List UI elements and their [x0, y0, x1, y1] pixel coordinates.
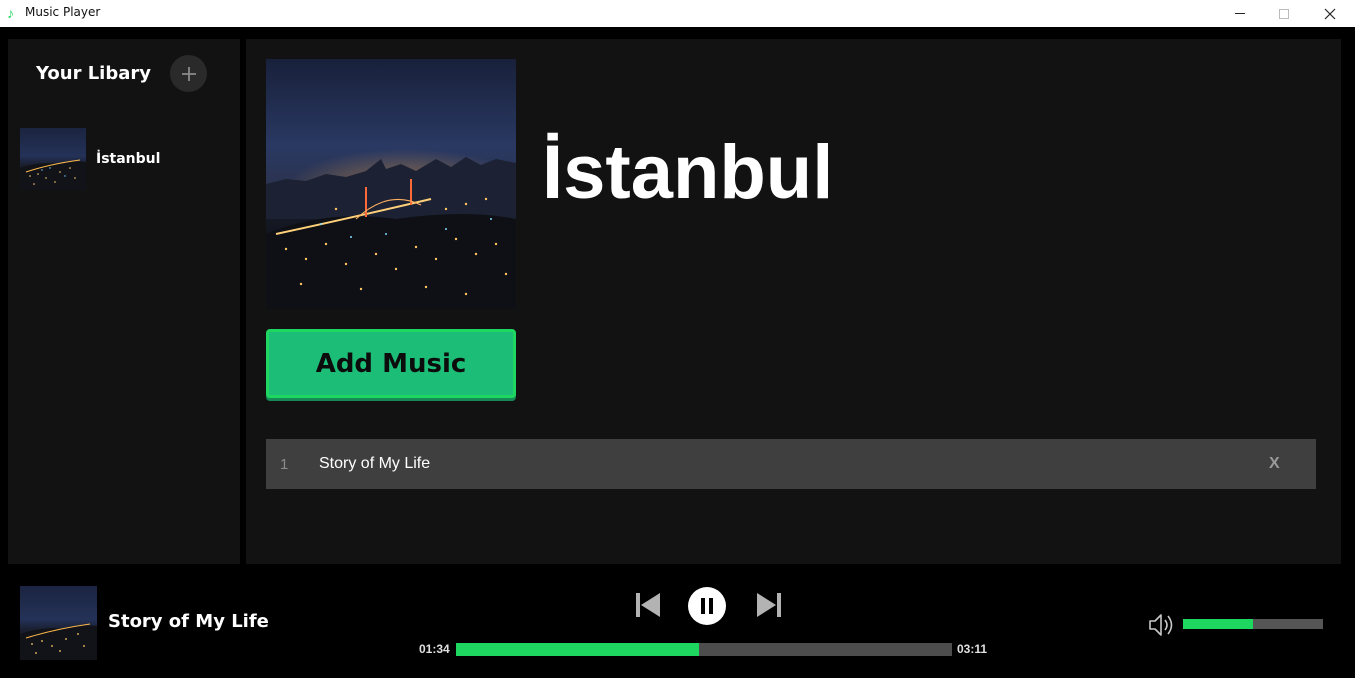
total-time: 03:11	[957, 642, 988, 656]
skip-forward-icon	[757, 593, 776, 617]
playlist-thumbnail	[20, 128, 86, 190]
now-playing-title: Story of My Life	[108, 611, 269, 632]
track-title: Story of My Life	[319, 455, 431, 472]
library-item-istanbul[interactable]: İstanbul	[20, 128, 230, 190]
current-time: 01:34	[419, 642, 450, 656]
now-playing-thumbnail	[20, 586, 97, 660]
close-button[interactable]	[1307, 0, 1353, 27]
title-bar: ♪ Music Player	[0, 0, 1355, 27]
music-note-icon: ♪	[7, 5, 14, 21]
skip-back-icon-bar	[636, 593, 640, 617]
next-track-button[interactable]	[755, 590, 783, 620]
playlist-title: İstanbul	[542, 130, 834, 215]
track-number: 1	[280, 455, 289, 473]
library-sidebar: Your Libary İstanbul	[8, 39, 240, 564]
progress-bar[interactable]	[456, 643, 952, 656]
playlist-cover	[266, 59, 516, 309]
volume-slider[interactable]	[1183, 619, 1323, 629]
remove-track-button[interactable]: X	[1269, 455, 1280, 473]
library-item-label: İstanbul	[96, 151, 161, 167]
window-title: Music Player	[25, 5, 101, 19]
skip-forward-icon-bar	[777, 593, 781, 617]
playlist-view: İstanbul Add Music 1 Story of My Life X	[246, 39, 1341, 564]
library-title: Your Libary	[36, 63, 151, 84]
play-pause-button[interactable]	[688, 587, 726, 625]
add-playlist-button[interactable]	[170, 55, 207, 92]
player-bar: Story of My Life 01:34 03:11	[0, 570, 1355, 678]
pause-icon	[701, 598, 713, 614]
progress-fill	[456, 643, 700, 656]
skip-back-icon	[641, 593, 660, 617]
volume-icon[interactable]	[1147, 612, 1175, 638]
track-row[interactable]: 1 Story of My Life X	[266, 439, 1316, 489]
maximize-button[interactable]	[1261, 0, 1307, 27]
close-icon	[1324, 8, 1336, 19]
maximize-icon	[1279, 8, 1289, 19]
plus-icon	[181, 66, 196, 81]
minimize-icon	[1235, 13, 1245, 14]
add-music-button[interactable]: Add Music	[266, 329, 516, 398]
minimize-button[interactable]	[1217, 0, 1263, 27]
previous-track-button[interactable]	[634, 590, 662, 620]
volume-fill	[1183, 619, 1253, 629]
